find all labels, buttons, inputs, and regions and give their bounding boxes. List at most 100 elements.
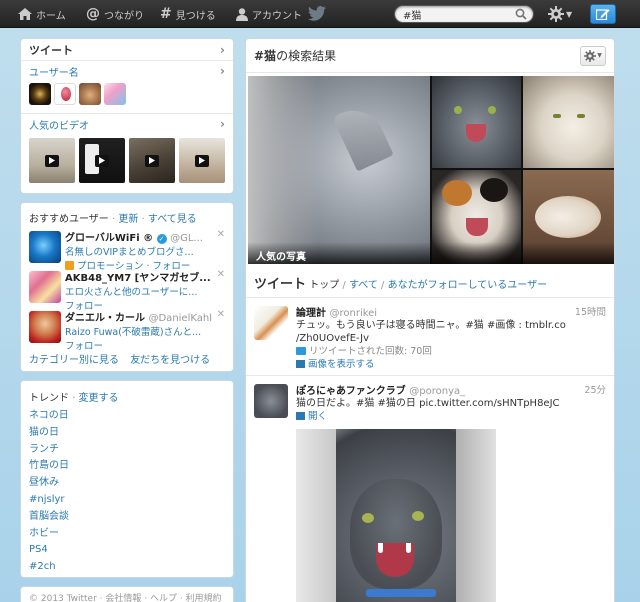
nav-connect-label: つながり <box>104 10 144 22</box>
trend-item[interactable]: ランチ <box>29 442 225 459</box>
avatar[interactable] <box>254 384 288 418</box>
hash-icon: # <box>160 6 172 22</box>
tweet-author-name[interactable]: 論理計 <box>296 308 326 319</box>
nav-account[interactable]: アカウント <box>236 0 302 28</box>
avatar[interactable] <box>54 83 76 105</box>
avatar[interactable] <box>29 271 61 303</box>
trend-item[interactable]: 首脳会談 <box>29 509 225 526</box>
video-thumbnail[interactable] <box>129 138 175 183</box>
dismiss-icon[interactable]: ✕ <box>217 269 225 280</box>
top-nav-bar: ホーム @ つながり # 見つける アカウント ▼ <box>0 0 640 28</box>
photo-thumbnail[interactable] <box>523 76 614 168</box>
wtf-user-context[interactable]: Raizo Fuwa(不破雷蔵)さんと... <box>65 324 225 338</box>
wtf-user-name[interactable]: AKB48_YM7 [ヤンマガセブ... <box>65 273 211 284</box>
chevron-down-icon: ▼ <box>597 52 602 59</box>
nav-home[interactable]: ホーム <box>18 0 66 28</box>
video-thumbnail[interactable] <box>79 138 125 183</box>
person-icon <box>236 7 248 21</box>
who-to-follow-module: おすすめユーザー · 更新 · すべて見る グローバルWiFi ® ✓ @GL.… <box>20 202 234 372</box>
popular-videos-label: 人気のビデオ <box>29 120 89 132</box>
dismiss-icon[interactable]: ✕ <box>217 309 225 320</box>
search-field[interactable] <box>394 5 534 23</box>
search-icon[interactable] <box>515 8 527 20</box>
gear-icon <box>584 49 597 62</box>
tab-top[interactable]: トップ <box>309 280 339 291</box>
tweet-author-handle[interactable]: @ronrikei <box>329 308 377 319</box>
tweet-author-name[interactable]: ぽろにゃあファンクラブ <box>296 386 406 397</box>
trend-item[interactable]: ホビー <box>29 526 225 543</box>
video-thumbnail[interactable] <box>179 138 225 183</box>
tweet-timestamp[interactable]: 15時間 <box>575 304 606 318</box>
compose-tweet-button[interactable] <box>590 4 616 24</box>
wtf-user-follow[interactable]: フォロー <box>65 338 225 352</box>
trends-module: トレンド · 変更する ネコの日 猫の日 ランチ 竹島の日 昼休み #njsly… <box>20 380 234 578</box>
wtf-title: おすすめユーザー <box>29 214 109 225</box>
trend-item[interactable]: ネコの日 <box>29 408 225 425</box>
photo-thumbnail[interactable] <box>248 76 430 264</box>
chevron-right-icon: › <box>220 42 225 57</box>
dismiss-icon[interactable]: ✕ <box>217 229 225 240</box>
avatar[interactable] <box>254 306 288 340</box>
page-title: #猫の検索結果 <box>254 47 336 64</box>
wtf-user-context[interactable]: 名無しのVIPまとめブログさ... <box>65 244 225 258</box>
tweet-photo[interactable] <box>296 429 496 602</box>
nav-discover[interactable]: # 見つける <box>160 0 216 28</box>
page-title-query: #猫 <box>254 49 277 63</box>
wtf-user-name[interactable]: ダニエル・カール <box>65 313 145 324</box>
twitter-bird-icon[interactable] <box>308 6 326 21</box>
trend-item[interactable]: 猫の日 <box>29 425 225 442</box>
video-thumbnail[interactable] <box>29 138 75 183</box>
retweet-icon <box>296 347 306 355</box>
trends-change-link[interactable]: 変更する <box>79 393 119 404</box>
avatar[interactable] <box>29 231 61 263</box>
nav-home-label: ホーム <box>36 10 66 22</box>
wtf-refresh-link[interactable]: 更新 <box>118 214 138 225</box>
tab-following[interactable]: あなたがフォローしているユーザー <box>388 280 548 291</box>
find-friends-link[interactable]: 友だちを見つける <box>130 355 210 366</box>
wtf-user[interactable]: AKB48_YM7 [ヤンマガセブ... エロ火さんと他のユーザーに... フォ… <box>21 269 233 312</box>
wtf-user-name[interactable]: グローバルWiFi ® <box>65 233 153 244</box>
wtf-user[interactable]: ダニエル・カール @DanielKahl Raizo Fuwa(不破雷蔵)さんと… <box>21 309 233 352</box>
trend-item[interactable]: 竹島の日 <box>29 458 225 475</box>
at-icon: @ <box>86 6 100 22</box>
chevron-down-icon: ▼ <box>566 9 573 19</box>
tweets-row[interactable]: ツイート › <box>21 39 233 61</box>
trend-item[interactable]: 昼休み <box>29 475 225 492</box>
nav-connect[interactable]: @ つながり <box>86 0 144 28</box>
wtf-user-context[interactable]: エロ火さんと他のユーザーに... <box>65 284 225 298</box>
avatar[interactable] <box>79 83 101 105</box>
tweet[interactable]: 論理計 @ronrikei チュッ。もう良い子は寝る時間ニャ。#猫 #画像 : … <box>246 297 614 375</box>
wtf-user[interactable]: グローバルWiFi ® ✓ @GL... 名無しのVIPまとめブログさ... プ… <box>21 229 233 272</box>
photo-thumbnail[interactable] <box>432 76 521 168</box>
page-title-rest: の検索結果 <box>276 49 337 63</box>
play-icon <box>145 154 159 167</box>
home-icon <box>18 8 32 20</box>
popular-photos-grid: 人気の写真 <box>248 76 614 264</box>
trends-title: トレンド <box>29 393 69 404</box>
wtf-view-all-link[interactable]: すべて見る <box>148 214 197 225</box>
users-row[interactable]: ユーザー名 › <box>21 61 233 81</box>
nav-account-label: アカウント <box>252 10 302 22</box>
footer-text: © 2013 Twitter · 会社情報 · ヘルプ · 利用規約 <box>29 594 222 602</box>
search-input[interactable] <box>395 6 505 22</box>
view-image-link[interactable]: 画像を表示する <box>308 359 375 370</box>
open-link[interactable]: 開く <box>308 411 327 422</box>
settings-menu[interactable]: ▼ <box>548 6 572 22</box>
search-options-button[interactable]: ▼ <box>580 45 606 66</box>
tweet-timestamp[interactable]: 25分 <box>584 382 606 396</box>
trend-item[interactable]: PS4 <box>29 542 225 559</box>
tweets-row-label: ツイート <box>29 43 73 57</box>
popular-videos-row[interactable]: 人気のビデオ › <box>21 114 233 134</box>
wtf-user-handle: @DanielKahl <box>148 313 212 324</box>
popular-photos-caption[interactable]: 人気の写真 <box>248 242 614 264</box>
tweet-link[interactable]: /Zh0UOvefE-Jv <box>296 332 606 345</box>
chevron-right-icon: › <box>220 64 225 78</box>
tweet-author-handle[interactable]: @poronya_ <box>409 386 465 397</box>
avatar[interactable] <box>29 311 61 343</box>
trend-item[interactable]: #njslyr <box>29 492 225 509</box>
avatar[interactable] <box>29 83 51 105</box>
trend-item[interactable]: #2ch <box>29 559 225 576</box>
avatar[interactable] <box>104 83 126 105</box>
browse-categories-link[interactable]: カテゴリー別に見る <box>29 355 119 366</box>
tab-all[interactable]: すべて <box>349 280 378 291</box>
